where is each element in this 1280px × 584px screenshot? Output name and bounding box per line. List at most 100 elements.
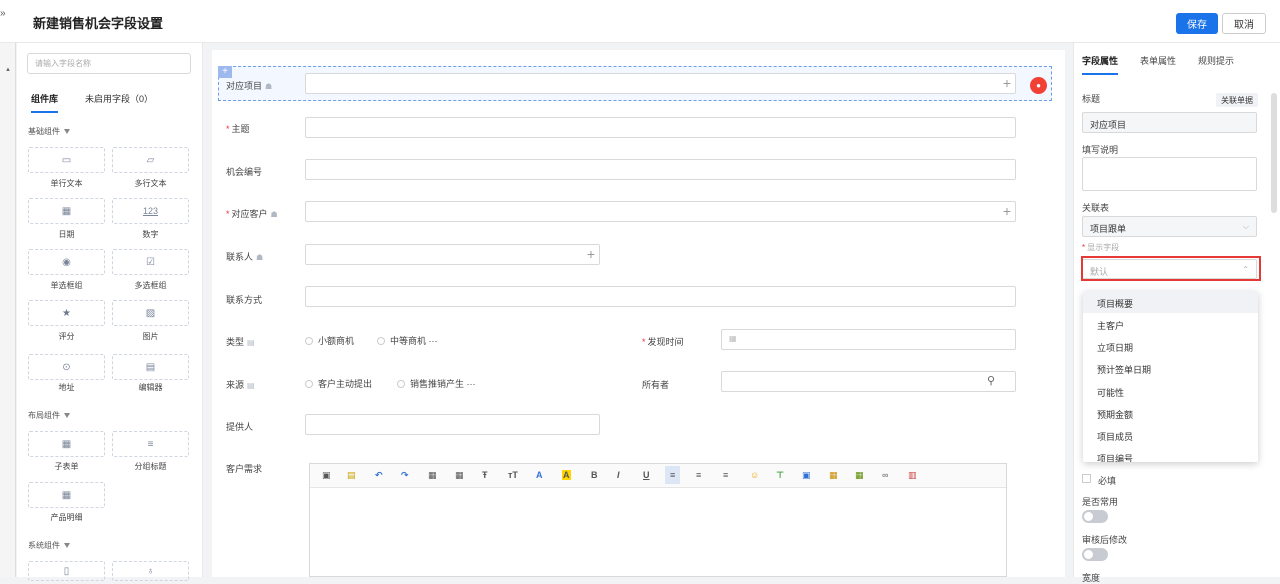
plus-icon[interactable]: + bbox=[1003, 75, 1011, 92]
save-button[interactable]: 保存 bbox=[1176, 13, 1218, 34]
comp-number[interactable]: 123 bbox=[112, 198, 189, 224]
comp-single-text[interactable]: ▭ bbox=[28, 147, 105, 173]
italic-icon[interactable]: I bbox=[617, 470, 620, 480]
clear-format-icon[interactable]: Ŧ bbox=[482, 470, 488, 480]
source-option-2[interactable]: 销售推销产生 ··· bbox=[397, 377, 476, 390]
eye-icon[interactable]: ● bbox=[1030, 77, 1047, 94]
table-icon[interactable]: ▦ bbox=[829, 470, 838, 481]
table-edit-icon[interactable]: ▦ bbox=[855, 470, 864, 481]
emoji-icon[interactable]: ☺ bbox=[750, 470, 759, 480]
type-option-1[interactable]: 小额商机 bbox=[305, 334, 354, 347]
subject-input[interactable] bbox=[305, 117, 1016, 138]
group-basic[interactable]: 基础组件 bbox=[28, 126, 70, 137]
comp-rating[interactable]: ★ bbox=[28, 300, 105, 326]
highlight-icon[interactable]: A bbox=[562, 470, 571, 480]
horizontal-rule-icon[interactable]: ⊤ bbox=[776, 470, 784, 481]
panel-scrollbar[interactable] bbox=[1271, 93, 1277, 213]
comp-product-detail[interactable]: ▦ bbox=[28, 482, 105, 508]
project-input[interactable]: + bbox=[305, 73, 1016, 94]
source-code-icon[interactable]: ▥ bbox=[908, 470, 917, 481]
tab-unused-fields[interactable]: 未启用字段（0） bbox=[85, 92, 153, 105]
clipboard-icon[interactable]: ▣ bbox=[322, 470, 331, 481]
required-checkbox[interactable] bbox=[1082, 474, 1091, 483]
tab-field-properties[interactable]: 字段属性 bbox=[1082, 54, 1119, 75]
title-input[interactable]: 对应项目 bbox=[1082, 112, 1257, 133]
comp-checkbox[interactable]: ☑ bbox=[112, 249, 189, 275]
bold-icon[interactable]: B bbox=[591, 470, 598, 480]
comp-multi-text[interactable]: ▱ bbox=[112, 147, 189, 173]
tab-component-library[interactable]: 组件库 bbox=[31, 92, 59, 113]
option-item[interactable]: 项目成员 bbox=[1083, 424, 1258, 446]
star-icon: ★ bbox=[62, 307, 71, 319]
opp-no-input[interactable] bbox=[305, 159, 1016, 180]
image-icon[interactable]: ▣ bbox=[802, 470, 811, 481]
paste-text-icon[interactable]: ▦ bbox=[428, 470, 437, 481]
form-preview: + 对应项目 ☗ + ● * 主题 机会编号 * 对应客户 ☗ + 联系人 ☗ + 联系方… bbox=[212, 50, 1065, 577]
tab-form-properties[interactable]: 表单属性 bbox=[1140, 54, 1176, 67]
back-icon[interactable]: » bbox=[0, 8, 6, 19]
relate-document-button[interactable]: 关联单据 bbox=[1216, 93, 1258, 107]
comp-subtable-label: 子表单 bbox=[54, 462, 79, 471]
font-size-icon[interactable]: тT bbox=[508, 470, 518, 480]
align-center-icon[interactable]: ≡ bbox=[696, 470, 701, 480]
display-field-label-text: 显示字段 bbox=[1087, 243, 1120, 252]
edit-after-audit-toggle[interactable] bbox=[1082, 548, 1108, 561]
add-icon[interactable]: + bbox=[218, 66, 232, 78]
field-search-input[interactable]: 请输入字段名称 bbox=[27, 53, 191, 74]
option-item[interactable]: 立项日期 bbox=[1083, 335, 1258, 357]
found-time-input[interactable]: ▦ bbox=[721, 329, 1016, 350]
option-item[interactable]: 项目编号 bbox=[1083, 446, 1258, 462]
undo-icon[interactable]: ↶ bbox=[375, 470, 383, 481]
label-customer-text: 对应客户 bbox=[231, 209, 268, 219]
provider-input[interactable] bbox=[305, 414, 600, 435]
paste-icon[interactable]: ▤ bbox=[347, 470, 356, 481]
common-toggle[interactable] bbox=[1082, 510, 1108, 523]
rich-text-editor[interactable]: ▣ ▤ ↶ ↷ ▦ ▦ Ŧ тT A A B I U ≡ ≡ ≡ ☺ ⊤ ▣ ▦ bbox=[309, 463, 1007, 577]
related-table-select[interactable]: 项目跟单 ⌵ bbox=[1082, 216, 1257, 237]
required-mark: * bbox=[226, 124, 230, 134]
search-icon[interactable]: ⚲ bbox=[987, 374, 995, 387]
comp-system-1[interactable]: ▯ bbox=[28, 561, 105, 581]
comp-address[interactable]: ⊙ bbox=[28, 354, 105, 380]
plus-icon[interactable]: + bbox=[587, 246, 595, 263]
underline-icon[interactable]: U bbox=[643, 470, 650, 480]
left-scrollbar[interactable]: ▲ bbox=[0, 43, 16, 577]
link-icon[interactable]: ∞ bbox=[882, 470, 888, 480]
redo-icon[interactable]: ↷ bbox=[401, 470, 409, 481]
comp-single-text-label: 单行文本 bbox=[50, 179, 83, 188]
type-option-2-label: 中等商机 ··· bbox=[390, 336, 438, 346]
scroll-up-icon[interactable]: ▲ bbox=[5, 67, 11, 73]
align-left-icon[interactable]: ≡ bbox=[665, 466, 681, 484]
option-item[interactable]: 项目概要 bbox=[1083, 291, 1258, 313]
label-customer-needs: 客户需求 bbox=[226, 464, 263, 474]
owner-input[interactable]: ⚲ bbox=[721, 371, 1016, 392]
comp-group-title[interactable]: ≡ bbox=[112, 431, 189, 457]
font-color-icon[interactable]: A bbox=[536, 470, 543, 480]
plus-icon[interactable]: + bbox=[1003, 203, 1011, 220]
source-option-1[interactable]: 客户主动提出 bbox=[305, 377, 372, 390]
comp-subtable[interactable]: ▦ bbox=[28, 431, 105, 457]
comp-image[interactable]: ▨ bbox=[112, 300, 189, 326]
description-textarea[interactable] bbox=[1082, 157, 1257, 191]
cancel-button[interactable]: 取消 bbox=[1222, 13, 1266, 34]
group-system[interactable]: 系统组件 bbox=[28, 540, 70, 551]
paste-word-icon[interactable]: ▦ bbox=[455, 470, 464, 481]
type-option-2[interactable]: 中等商机 ··· bbox=[377, 334, 438, 347]
option-item[interactable]: 预期金额 bbox=[1083, 402, 1258, 424]
comp-date[interactable]: ▦ bbox=[28, 198, 105, 224]
editor-toolbar: ▣ ▤ ↶ ↷ ▦ ▦ Ŧ тT A A B I U ≡ ≡ ≡ ☺ ⊤ ▣ ▦ bbox=[310, 464, 1006, 488]
comp-editor[interactable]: ▤ bbox=[112, 354, 189, 380]
user-icon: ♁ bbox=[146, 565, 155, 577]
option-item[interactable]: 预计签单日期 bbox=[1083, 357, 1258, 379]
group-layout[interactable]: 布局组件 bbox=[28, 410, 70, 421]
customer-input[interactable]: + bbox=[305, 201, 1016, 222]
comp-radio[interactable]: ◉ bbox=[28, 249, 105, 275]
contact-input[interactable]: + bbox=[305, 244, 600, 265]
tab-rule-hints[interactable]: 规则提示 bbox=[1198, 54, 1234, 67]
align-right-icon[interactable]: ≡ bbox=[723, 470, 728, 480]
list-icon: ▤ bbox=[247, 381, 255, 390]
option-item[interactable]: 主客户 bbox=[1083, 313, 1258, 335]
comp-system-2[interactable]: ♁ bbox=[112, 561, 189, 581]
option-item[interactable]: 可能性 bbox=[1083, 380, 1258, 402]
contact-method-input[interactable] bbox=[305, 286, 1016, 307]
